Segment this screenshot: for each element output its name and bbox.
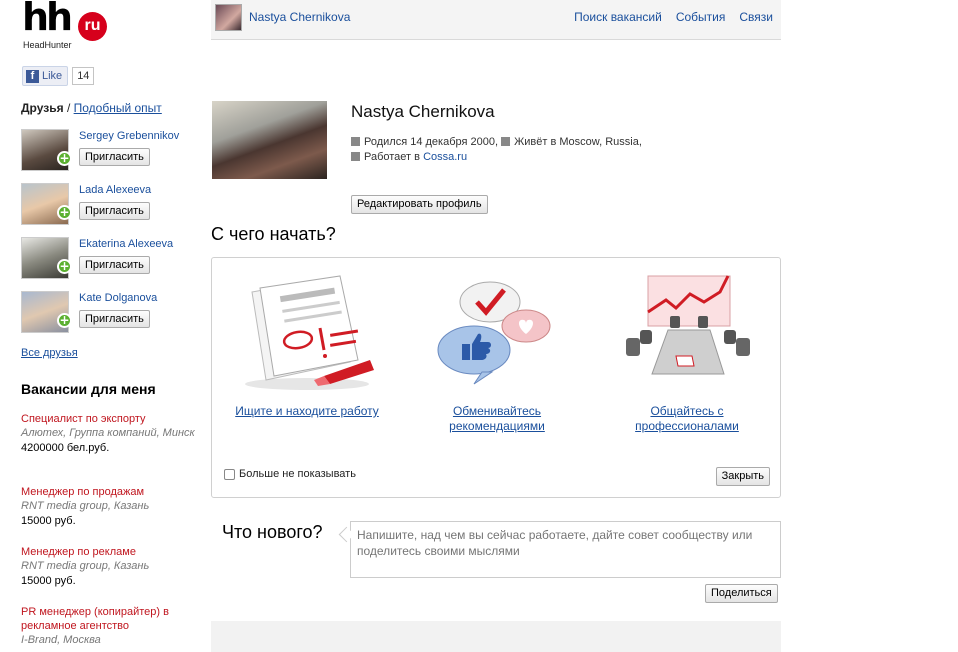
card-find-job[interactable]: Ищите и находите работу <box>222 272 392 418</box>
card-professionals[interactable]: Общайтесь с профессионалами <box>602 272 772 433</box>
friends-title: Друзья <box>21 101 64 115</box>
vacancy-title[interactable]: PR менеджер (копирайтер) в рекламное аге… <box>21 605 196 633</box>
meeting-chart-icon <box>626 275 750 375</box>
facebook-like-button[interactable]: f Like <box>22 66 69 86</box>
friend-name[interactable]: Ekaterina Alexeeva <box>79 238 173 250</box>
nav-job-search[interactable]: Поиск вакансий <box>574 10 662 24</box>
facebook-like-label: Like <box>42 70 63 82</box>
facebook-like-count: 14 <box>72 67 95 85</box>
invite-button[interactable]: Пригласить <box>79 256 150 274</box>
calendar-icon <box>351 137 360 146</box>
vacancy-item: Менеджер по рекламе RNT media group, Каз… <box>21 545 196 588</box>
chat-bubbles-icon <box>437 281 551 385</box>
status-input[interactable] <box>350 521 781 578</box>
all-friends-link[interactable]: Все друзья <box>21 347 78 359</box>
friend-name[interactable]: Kate Dolganova <box>79 292 157 304</box>
invite-button[interactable]: Пригласить <box>79 202 150 220</box>
friends-heading: Друзья / Подобный опыт <box>21 101 162 115</box>
card-recommendations[interactable]: Обменивайтесь рекомендациями <box>412 272 582 433</box>
profile-works-prefix: Работает в <box>364 151 420 163</box>
card-professionals-label[interactable]: Общайтесь с профессионалами <box>602 404 772 434</box>
profile-company-link[interactable]: Cossa.ru <box>423 151 467 163</box>
vacancy-company: RNT media group, Казань <box>21 500 150 512</box>
getting-started-box: Ищите и находите работу Обменивайтесь ре… <box>211 257 781 498</box>
add-friend-icon[interactable]: + <box>57 151 72 166</box>
friend-item: + Lada Alexeeva Пригласить <box>21 183 191 229</box>
vacancy-salary: 15000 руб. <box>21 575 76 587</box>
top-bar: Nastya Chernikova Поиск вакансий События… <box>211 0 781 40</box>
headhunter-logo[interactable]: hh ru HeadHunter <box>22 0 112 50</box>
friend-name[interactable]: Sergey Grebennikov <box>79 130 179 142</box>
top-nav: Поиск вакансий События Связи <box>574 10 773 24</box>
add-friend-icon[interactable]: + <box>57 313 72 328</box>
logo-badge: ru <box>78 12 107 41</box>
facebook-icon: f <box>26 69 39 83</box>
vacancy-company: Алютех, Группа компаний, Минск <box>21 427 195 439</box>
facebook-like: f Like 14 <box>22 66 95 86</box>
share-button[interactable]: Поделиться <box>705 584 778 603</box>
nav-connections[interactable]: Связи <box>739 10 773 24</box>
profile-name: Nastya Chernikova <box>351 102 495 121</box>
vacancy-salary: 4200000 бел.руб. <box>21 442 110 454</box>
whats-new-heading: Что нового? <box>222 522 323 542</box>
profile-photo[interactable] <box>212 101 327 179</box>
card-recommendations-label[interactable]: Обменивайтесь рекомендациями <box>412 404 582 434</box>
profile-lives: Живёт в Moscow, Russia, <box>514 136 642 148</box>
briefcase-icon <box>351 152 360 161</box>
edit-profile-button[interactable]: Редактировать профиль <box>351 195 488 214</box>
nav-events[interactable]: События <box>676 10 726 24</box>
vacancy-title[interactable]: Менеджер по продажам <box>21 485 196 499</box>
vacancy-item: PR менеджер (копирайтер) в рекламное аге… <box>21 605 196 647</box>
invite-button[interactable]: Пригласить <box>79 148 150 166</box>
friend-item: + Kate Dolganova Пригласить <box>21 291 191 337</box>
profile-born: Родился 14 декабря 2000, <box>364 136 499 148</box>
dont-show-label: Больше не показывать <box>239 468 356 480</box>
logo-subtitle: HeadHunter <box>23 40 72 50</box>
friend-name[interactable]: Lada Alexeeva <box>79 184 151 196</box>
friend-item: + Ekaterina Alexeeva Пригласить <box>21 237 191 283</box>
friends-separator: / <box>66 101 71 115</box>
similar-experience-link[interactable]: Подобный опыт <box>74 101 162 115</box>
vacancy-title[interactable]: Менеджер по рекламе <box>21 545 196 559</box>
dont-show-again[interactable]: Больше не показывать <box>224 468 356 480</box>
vacancies-heading: Вакансии для меня <box>21 381 156 397</box>
vacancy-salary: 15000 руб. <box>21 515 76 527</box>
feed-area <box>211 621 781 652</box>
user-avatar[interactable] <box>215 4 242 31</box>
add-friend-icon[interactable]: + <box>57 259 72 274</box>
vacancy-item: Специалист по экспорту Алютех, Группа ко… <box>21 412 196 455</box>
friend-item: + Sergey Grebennikov Пригласить <box>21 129 191 175</box>
city-icon <box>501 137 511 146</box>
vacancy-company: RNT media group, Казань <box>21 560 150 572</box>
top-user-name[interactable]: Nastya Chernikova <box>249 10 350 24</box>
add-friend-icon[interactable]: + <box>57 205 72 220</box>
card-find-job-label[interactable]: Ищите и находите работу <box>222 404 392 419</box>
close-button[interactable]: Закрыть <box>715 467 770 486</box>
vacancy-item: Менеджер по продажам RNT media group, Ка… <box>21 485 196 528</box>
vacancy-company: I-Brand, Москва <box>21 634 101 646</box>
newspaper-icon <box>245 275 374 390</box>
vacancy-title[interactable]: Специалист по экспорту <box>21 412 196 426</box>
getting-started-heading: С чего начать? <box>211 224 336 244</box>
dont-show-checkbox[interactable] <box>224 468 235 480</box>
invite-button[interactable]: Пригласить <box>79 310 150 328</box>
profile-info: Родился 14 декабря 2000, Живёт в Moscow,… <box>351 135 681 165</box>
logo-text: hh <box>22 0 73 39</box>
